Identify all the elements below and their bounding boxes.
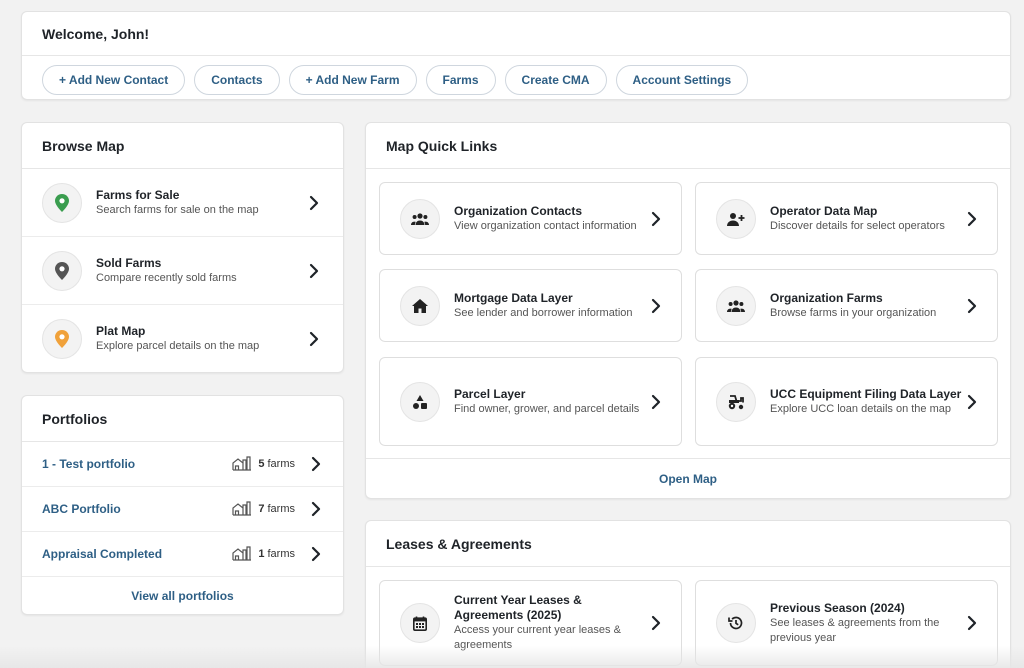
quick-link-operator-data-map[interactable]: Operator Data Map Discover details for s… <box>695 182 998 255</box>
quick-link-subtitle: Browse farms in your organization <box>770 306 937 319</box>
farm-count-unit: farms <box>267 458 296 470</box>
chevron-right-icon <box>963 393 981 411</box>
quick-link-subtitle: View organization contact information <box>454 219 637 232</box>
chevron-right-icon <box>647 614 665 632</box>
tractor-icon <box>716 381 756 422</box>
portfolio-row[interactable]: 1 - Test portfolio 5 farms <box>22 442 343 487</box>
farm-count: 5 <box>258 458 265 470</box>
browse-item-sold-farms[interactable]: Sold Farms Compare recently sold farms <box>22 237 343 305</box>
portfolio-name[interactable]: Appraisal Completed <box>42 547 232 561</box>
user-plus-icon <box>716 198 756 239</box>
farms-button[interactable]: Farms <box>425 65 496 95</box>
portfolio-name[interactable]: 1 - Test portfolio <box>42 457 232 471</box>
quick-link-parcel-layer[interactable]: Parcel Layer Find owner, grower, and par… <box>379 357 682 446</box>
portfolios-title: Portfolios <box>22 396 343 442</box>
map-pin-icon <box>42 250 82 291</box>
chevron-right-icon <box>963 297 981 315</box>
lease-link-current-year[interactable]: Current Year Leases & Agreements (2025) … <box>379 580 682 666</box>
portfolio-name[interactable]: ABC Portfolio <box>42 502 232 516</box>
quick-link-subtitle: Find owner, grower, and parcel details <box>454 402 640 415</box>
farm-count-unit: farms <box>267 503 296 515</box>
map-quick-links-title: Map Quick Links <box>366 123 1010 169</box>
chevron-right-icon <box>647 210 665 228</box>
map-quick-links-card: Map Quick Links Organization Contacts Vi… <box>365 122 1011 499</box>
lease-link-subtitle: See leases & agreements from the previou… <box>770 616 940 644</box>
quick-link-title: Mortgage Data Layer <box>454 290 573 305</box>
quick-link-organization-farms[interactable]: Organization Farms Browse farms in your … <box>695 269 998 342</box>
lease-link-title: Previous Season (2024) <box>770 600 905 615</box>
create-cma-button[interactable]: Create CMA <box>504 65 607 95</box>
browse-map-card: Browse Map Farms for Sale Search farms f… <box>21 122 344 373</box>
chevron-right-icon <box>647 393 665 411</box>
quick-link-title: UCC Equipment Filing Data Layer <box>770 386 962 401</box>
portfolio-row[interactable]: ABC Portfolio 7 farms <box>22 487 343 532</box>
add-new-contact-button[interactable]: + Add New Contact <box>42 65 186 95</box>
farm-count: 7 <box>258 503 265 515</box>
add-new-farm-button[interactable]: + Add New Farm <box>288 65 417 95</box>
open-map-link[interactable]: Open Map <box>366 458 1010 498</box>
quick-link-subtitle: Discover details for select operators <box>770 219 945 232</box>
chevron-right-icon <box>307 455 325 473</box>
users-icon <box>400 198 440 239</box>
browse-item-plat-map[interactable]: Plat Map Explore parcel details on the m… <box>22 305 343 373</box>
shapes-icon <box>400 381 440 422</box>
browse-map-title: Browse Map <box>22 123 343 169</box>
farm-count-unit: farms <box>267 548 296 560</box>
portfolios-card: Portfolios 1 - Test portfolio 5 farms AB… <box>21 395 344 615</box>
calendar-icon <box>400 603 440 643</box>
map-pin-icon <box>42 319 82 359</box>
farm-count: 1 <box>258 548 265 560</box>
users-icon <box>716 285 756 326</box>
quick-link-title: Operator Data Map <box>770 203 878 218</box>
lease-link-previous-season[interactable]: Previous Season (2024) See leases & agre… <box>695 580 998 666</box>
silo-icon <box>232 500 252 519</box>
browse-item-farms-for-sale[interactable]: Farms for Sale Search farms for sale on … <box>22 169 343 237</box>
chevron-right-icon <box>307 545 325 563</box>
view-all-portfolios-link[interactable]: View all portfolios <box>22 577 343 615</box>
account-settings-button[interactable]: Account Settings <box>615 65 749 95</box>
browse-item-subtitle: Search farms for sale on the map <box>96 203 259 216</box>
browse-item-subtitle: Explore parcel details on the map <box>96 340 260 352</box>
leases-agreements-title: Leases & Agreements <box>366 521 1010 567</box>
browse-item-title: Sold Farms <box>96 255 162 270</box>
browse-item-title: Farms for Sale <box>96 187 180 202</box>
history-icon <box>716 603 756 643</box>
silo-icon <box>232 545 252 564</box>
chevron-right-icon <box>963 210 981 228</box>
map-pin-icon <box>42 182 82 223</box>
chevron-right-icon <box>305 330 323 348</box>
chevron-right-icon <box>305 262 323 280</box>
quick-link-mortgage-data-layer[interactable]: Mortgage Data Layer See lender and borro… <box>379 269 682 342</box>
quick-link-subtitle: See lender and borrower information <box>454 306 633 319</box>
chevron-right-icon <box>307 500 325 518</box>
lease-link-subtitle: Access your current year leases & agreem… <box>454 624 621 651</box>
browse-item-subtitle: Compare recently sold farms <box>96 271 237 284</box>
leases-agreements-card: Leases & Agreements Current Year Leases … <box>365 520 1011 668</box>
chevron-right-icon <box>647 297 665 315</box>
quick-link-title: Parcel Layer <box>454 386 526 401</box>
quick-link-ucc-equipment-filing[interactable]: UCC Equipment Filing Data Layer Explore … <box>695 357 998 446</box>
quick-link-organization-contacts[interactable]: Organization Contacts View organization … <box>379 182 682 255</box>
quick-link-subtitle: Explore UCC loan details on the map <box>770 402 951 415</box>
quick-link-title: Organization Contacts <box>454 203 583 218</box>
browse-item-title: Plat Map <box>96 324 146 338</box>
silo-icon <box>232 455 252 474</box>
chevron-right-icon <box>963 614 981 632</box>
home-icon <box>400 285 440 326</box>
lease-link-title: Current Year Leases & Agreements (2025) <box>454 593 582 622</box>
quick-actions-bar: + Add New Contact Contacts + Add New Far… <box>22 56 1010 104</box>
welcome-card: Welcome, John! + Add New Contact Contact… <box>21 11 1011 100</box>
chevron-right-icon <box>305 194 323 212</box>
welcome-title: Welcome, John! <box>22 12 1010 56</box>
portfolio-row[interactable]: Appraisal Completed 1 farms <box>22 532 343 577</box>
quick-link-title: Organization Farms <box>770 290 883 305</box>
contacts-button[interactable]: Contacts <box>194 65 280 95</box>
